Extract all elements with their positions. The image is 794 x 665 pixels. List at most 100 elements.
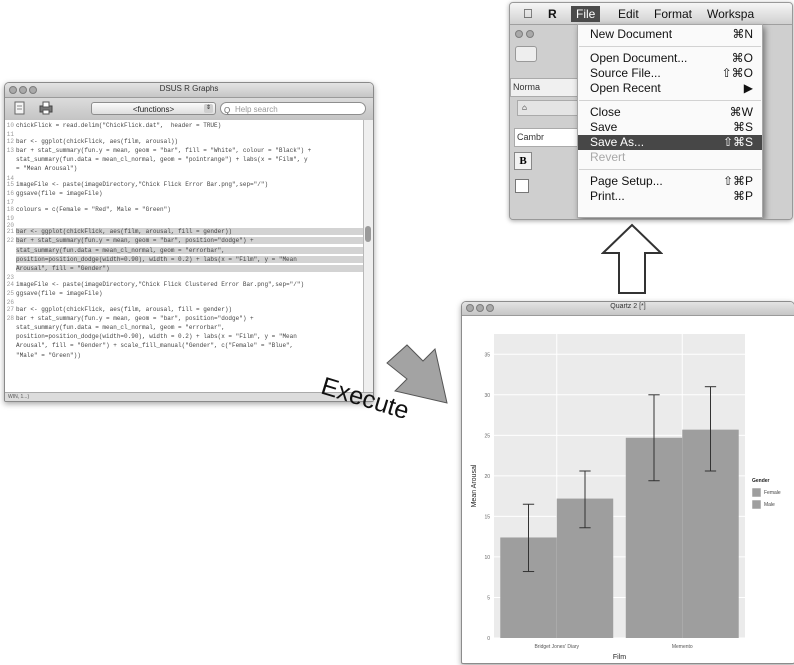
page-icon [515, 179, 529, 193]
search-icon: Q [224, 106, 231, 115]
y-tick-label: 25 [484, 433, 490, 439]
menu-item-page-setup[interactable]: Page Setup... ⇧⌘P [578, 174, 762, 189]
minimize-window-button[interactable] [526, 30, 534, 38]
line-number: 28 [6, 314, 14, 322]
help-search-placeholder: Help search [235, 105, 278, 114]
code-line: 15 imageFile <- paste(imageDirectory,"Chi… [5, 181, 364, 188]
line-number: 22 [6, 237, 14, 245]
menu-format[interactable]: Format [654, 6, 692, 22]
code-text: colours = c(Female = "Red", Male = "Gree… [16, 205, 171, 213]
style-field[interactable]: Norma [510, 78, 580, 97]
y-tick-label: 10 [484, 555, 490, 561]
code-line: 25 ggsave(file = imageFile) [5, 290, 364, 297]
code-line: 28 bar + stat_summary(fun.y = mean, geom … [5, 315, 364, 322]
code-text: imageFile <- paste(imageDirectory,"Chick… [16, 280, 305, 288]
y-tick-label: 20 [484, 474, 490, 480]
code-text: position=position_dodge(width=0.90), wid… [16, 255, 297, 263]
legend-label: Male [764, 502, 775, 508]
menu-workspace[interactable]: Workspa [707, 6, 754, 22]
code-line: stat_summary(fun.data = mean_cl_normal, … [5, 156, 364, 163]
editor-window-title: DSUS R Graphs [159, 84, 219, 93]
menu-item-shortcut: ⌘S [732, 120, 753, 134]
font-field[interactable]: Cambr [514, 128, 580, 147]
code-line: = "Mean Arousal") [5, 165, 364, 172]
code-text: bar <- ggplot(chickFlick, aes(film, arou… [16, 305, 233, 313]
clustered-bar-chart: 0 5 10 15 20 25 30 35 Bridget Jones' Diary Mement… [471, 334, 781, 661]
code-line: 27 bar <- ggplot(chickFlick, aes(film, ar… [5, 306, 364, 313]
home-tab[interactable]: ⌂ [517, 100, 583, 116]
bold-button[interactable]: B [514, 152, 532, 170]
menu-item-open-document[interactable]: Open Document... ⌘O [578, 51, 762, 66]
functions-popup-label: <functions> [132, 105, 175, 114]
menu-item-new-document[interactable]: New Document ⌘N [578, 27, 762, 42]
code-line: position=position_dodge(width=0.90), wid… [5, 333, 364, 340]
editor-vertical-scrollbar[interactable] [363, 120, 373, 393]
menu-item-print[interactable]: Print... ⌘P [578, 189, 762, 204]
menu-item-open-recent[interactable]: Open Recent ▶ [578, 81, 762, 96]
code-text: bar <- ggplot(chickFlick, aes(film, arou… [16, 228, 233, 236]
line-number: 10 [6, 122, 14, 129]
menu-item-shortcut: ⌘N [732, 27, 753, 41]
menu-item-shortcut: ▶ [743, 81, 753, 95]
help-search-field[interactable]: Q Help search [220, 102, 366, 115]
line-number: 24 [6, 280, 14, 288]
y-tick-label: 5 [487, 595, 490, 601]
code-line: 18 colours = c(Female = "Red", Male = "Gr… [5, 206, 364, 213]
menu-item-source-file[interactable]: Source File... ⇧⌘O [578, 66, 762, 81]
menu-item-save-as[interactable]: Save As... ⇧⌘S [578, 135, 762, 150]
menu-item-save[interactable]: Save ⌘S [578, 120, 762, 135]
menu-item-shortcut: ⇧⌘S [722, 135, 753, 149]
y-tick-label: 35 [484, 352, 490, 358]
toolbar-button[interactable] [515, 46, 537, 62]
y-tick-label: 15 [484, 514, 490, 520]
quartz-plot-window: Quartz 2 [*] 0 5 10 15 20 25 30 35 Bridget Jones… [461, 301, 794, 664]
legend-title: Gender [752, 478, 770, 484]
code-text: position=position_dodge(width=0.90), wid… [16, 333, 297, 341]
code-text: ggsave(file = imageFile) [16, 289, 103, 297]
code-line: stat_summary(fun.data = mean_cl_normal, … [5, 247, 364, 254]
code-text: bar + stat_summary(fun.y = mean, geom = … [16, 237, 254, 245]
x-tick-label: Memento [672, 644, 693, 650]
code-text: imageFile <- paste(imageDirectory,"Chick… [16, 181, 269, 188]
line-number: 15 [6, 181, 14, 188]
line-number: 13 [6, 146, 14, 154]
y-tick-label: 30 [484, 393, 490, 399]
functions-popup[interactable]: <functions> ⇕ [91, 102, 216, 115]
menu-item-label: Page Setup... [590, 174, 663, 188]
code-text: Arousal", fill = "Gender") [16, 264, 110, 272]
scrollbar-thumb[interactable] [365, 226, 371, 242]
file-menu-dropdown: New Document ⌘N Open Document... ⌘O Source F… [577, 24, 763, 218]
menu-item-shortcut: ⇧⌘P [722, 174, 753, 188]
code-line: 21 bar <- ggplot(chickFlick, aes(film, ar… [5, 228, 364, 235]
line-number: 18 [6, 205, 14, 213]
menu-item-label: Source File... [590, 66, 661, 80]
code-text: "Male" = "Green")) [16, 351, 81, 359]
code-text: = "Mean Arousal") [16, 165, 78, 173]
stepper-arrows-icon: ⇕ [204, 104, 213, 113]
menu-file[interactable]: File [571, 6, 601, 22]
code-line: 13 bar + stat_summary(fun.y = mean, geom … [5, 147, 364, 154]
code-text: stat_summary(fun.data = mean_cl_normal, … [16, 246, 225, 254]
code-text: Arousal", fill = "Gender") + scale_fill_… [16, 342, 294, 350]
code-line: stat_summary(fun.data = mean_cl_normal, … [5, 324, 364, 331]
menu-item-shortcut: ⇧⌘O [721, 66, 753, 80]
code-text-area[interactable]: 10 chickFlick = read.delim("ChickFlick.da… [5, 120, 364, 393]
x-axis-label: Film [613, 654, 626, 661]
menu-r[interactable]: R [548, 6, 557, 22]
editor-titlebar: DSUS R Graphs [5, 83, 373, 98]
line-number: 25 [6, 289, 14, 297]
code-text: stat_summary(fun.data = mean_cl_normal, … [16, 156, 308, 164]
menu-item-close[interactable]: Close ⌘W [578, 105, 762, 120]
document-icon[interactable] [13, 101, 27, 115]
line-number: 12 [6, 137, 14, 145]
code-line: 10 chickFlick = read.delim("ChickFlick.da… [5, 122, 364, 129]
menu-edit[interactable]: Edit [618, 6, 639, 22]
code-line: Arousal", fill = "Gender") [5, 265, 364, 272]
menu-item-label: New Document [590, 27, 673, 41]
code-line: Arousal", fill = "Gender") + scale_fill_… [5, 342, 364, 349]
printer-icon[interactable] [39, 101, 53, 115]
apple-icon[interactable]:  [523, 6, 533, 22]
menu-item-shortcut: ⌘O [731, 51, 753, 65]
close-window-button[interactable] [515, 30, 523, 38]
code-line: 16 ggsave(file = imageFile) [5, 190, 364, 197]
